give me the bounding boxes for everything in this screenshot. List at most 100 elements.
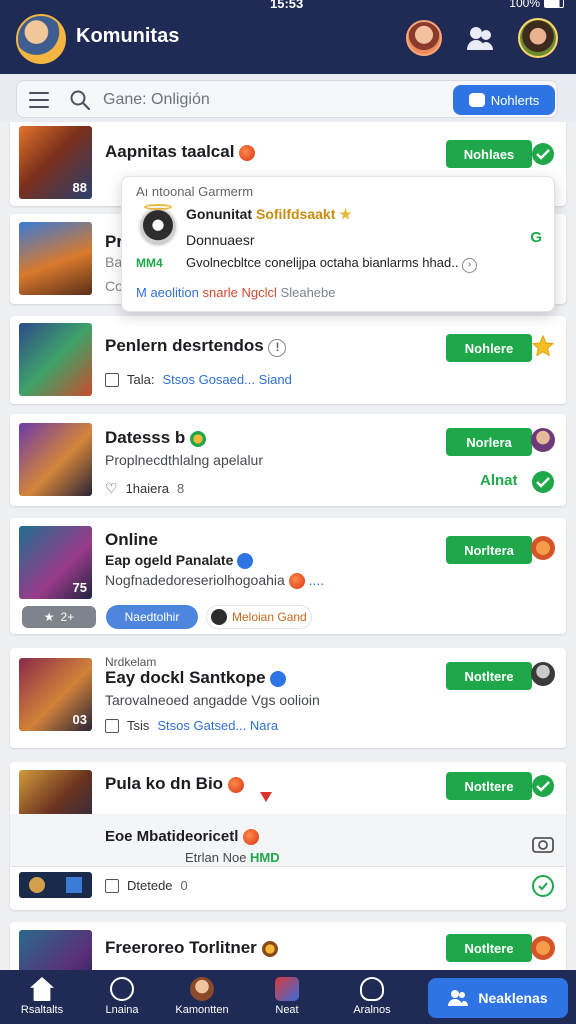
item-title: Pula ko dn Bio [105,774,244,794]
notify-button[interactable]: Notltere [446,772,532,800]
game-thumbnail: 88 [19,126,92,199]
item-meta: Tala: Stsos Gosaed... Siand [105,372,292,387]
item-title-text: Freeroreo Torlitner [105,938,257,957]
info-icon[interactable]: ! [268,339,287,357]
member-avatar[interactable] [531,428,555,452]
item-title-text: Datesss b [105,428,186,447]
friends-icon[interactable] [464,22,496,54]
nav-label: Aralnos [353,1004,391,1016]
nav-label: Neat [275,1004,299,1016]
thumbnail-count: 75 [72,580,87,595]
popup-links: M aeolition snarle Ngclcl Sleahebe [136,285,336,300]
nav-community[interactable]: Kamontten [160,970,244,1024]
fire-icon [227,776,244,793]
popup-name-text: Gonunitat [186,206,253,222]
notify-button[interactable]: Notltere [446,934,532,962]
item-subtitle-text: Eap ogeld Panalate [105,552,234,568]
notifications-button-label: Nohlerts [490,92,540,108]
member-count-chip[interactable]: ★ 2+ [22,606,96,628]
nav-home[interactable]: Rsaltalts [0,970,84,1024]
member-avatar[interactable] [531,662,555,686]
popup-name-gold: Sofilfdsaakt [256,206,336,222]
nav-label: Lnaina [105,1004,139,1016]
popup-link[interactable]: snarle Ngclcl [203,285,277,300]
nav-games[interactable]: Lnaina [80,970,164,1024]
status-time: 15:53 [270,0,304,11]
notify-button[interactable]: Nohlaes [446,140,532,168]
item-detail-sub: Etrlan Noe HMD [185,850,280,865]
notifications-button[interactable]: Nohlerts [453,85,555,115]
profile-avatar[interactable] [518,18,558,58]
community-avatar-icon [190,977,214,1001]
meta-text: Dtetede [127,878,173,893]
user-preview-popup[interactable]: Aı ntoonal Garmerm Gonunitat Sofilfdsaak… [121,176,555,312]
check-circle-icon[interactable] [531,142,555,166]
user-tag-chip[interactable]: Meloian Gand [206,605,312,629]
game-thumbnail: 75 [19,526,92,599]
list-item[interactable]: Datesss b Proplnecdthlalng apelalur ♡ 1h… [10,414,566,506]
chat-bubble-icon [468,93,485,107]
check-circle-icon[interactable] [531,470,555,494]
menu-icon[interactable] [29,92,49,108]
item-title: Eay dockl Santkope [105,668,287,688]
check-circle-icon[interactable] [531,774,555,798]
mini-avatar [65,877,82,893]
heart-outline-icon [360,977,384,1001]
list-item[interactable]: Freeroreo Torlitner Notltere [10,922,566,970]
notify-button[interactable]: Notltere [446,662,532,690]
friend-avatar[interactable] [406,20,442,56]
bookmark-icon [105,372,119,387]
popup-header: Aı ntoonal Garmerm [136,184,254,199]
item-title-text: Eay dockl Santkope [105,668,266,687]
search-input[interactable] [103,89,433,111]
game-thumbnail [19,930,92,970]
popup-link[interactable]: Sleahebe [281,285,336,300]
list-item[interactable]: 75 Online Eap ogeld Panalate Nogfnadedor… [10,518,566,634]
list-item[interactable]: 03 Pula ko dn Bio Eoe Mbatideoricetl Etr… [10,762,566,910]
item-detail-sub-text: Etrlan Noe [185,850,247,865]
item-detail-title-text: Eoe Mbatideoricetl [105,828,239,845]
popup-link[interactable]: M aeolition [136,285,199,300]
nav-label: Kamontten [175,1004,229,1016]
meta-link[interactable]: Stsos Gosaed... Siand [162,372,291,387]
fire-icon [242,829,259,846]
members-button[interactable]: Neaklenas [428,978,568,1018]
more-text: .... [308,572,325,588]
user-tag-label: Meloian Gand [232,610,307,624]
star-icon: ★ [339,206,352,222]
item-title: Penlern desrtendos ! [105,336,287,357]
game-thumbnail [19,423,92,496]
item-title: Datesss b [105,428,207,448]
popup-avatar[interactable] [138,207,178,247]
nav-new[interactable]: Neat [245,970,329,1024]
item-title-text: Penlern desrtendos [105,336,264,355]
item-subtitle: Tarovalneoed angadde Vgs oolioin [105,692,320,708]
status-bar-right: 100% [509,0,564,10]
search-icon[interactable] [69,89,91,111]
item-subtitle: Proplnecdthlalng apelalur [105,452,263,468]
meta-link[interactable]: Stsos Gatsed... Nara [157,718,278,733]
camera-icon[interactable] [531,832,555,856]
game-thumbnail [19,323,92,396]
game-thumbnail [19,222,92,295]
nav-label: Rsaltalts [20,1004,64,1016]
more-icon[interactable]: › [462,258,478,273]
notify-button[interactable]: Norltera [446,536,532,564]
member-count: 2+ [60,610,75,624]
bookmark-icon [105,718,119,733]
popup-role: Donnuaesr [186,232,255,248]
star-icon[interactable] [531,334,555,358]
nav-friends[interactable]: Aralnos [330,970,414,1024]
popup-description-text: Gvolnecbltce conelijpa octaha bianlarms … [186,255,459,270]
heart-icon[interactable]: ♡ [105,480,118,497]
game-thumbnail: 03 [19,658,92,731]
tag-chip[interactable]: Naedtolhir [106,605,198,629]
bottom-navigation: Rsaltalts Lnaina Kamontten Neat Aralnos … [0,970,576,1024]
item-detail-title: Eoe Mbatideoricetl [105,828,259,846]
app-logo-avatar[interactable] [16,14,66,64]
check-outline-icon[interactable] [531,874,555,898]
notify-button[interactable]: Norlera [446,428,532,456]
notify-button[interactable]: Nohlere [446,334,532,362]
list-item[interactable]: 03 Nrdkelam Eay dockl Santkope Tarovalne… [10,648,566,748]
list-item[interactable]: Penlern desrtendos ! Tala: Stsos Gosaed.… [10,316,566,404]
